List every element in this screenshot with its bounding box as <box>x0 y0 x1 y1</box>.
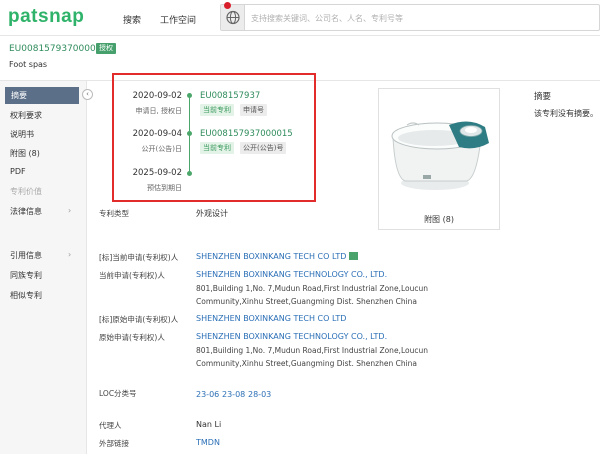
patent-type-value: 外观设计 <box>196 209 228 218</box>
loc-link-3[interactable]: 28-03 <box>248 390 271 399</box>
figure-card[interactable]: 附图 (8) <box>378 88 500 230</box>
original-applicant-address-line1: 801,Building 1,No. 7,Mudun Road,First In… <box>196 346 428 355</box>
abstract-title: 摘要 <box>534 92 552 102</box>
sidebar-item-family[interactable]: 同族专利 <box>10 270 42 281</box>
sidebar-item-figures[interactable]: 附图 (8) <box>10 148 40 159</box>
sidebar-item-similar[interactable]: 相似专利 <box>10 290 42 301</box>
sidebar-item-claims[interactable]: 权利要求 <box>10 110 42 121</box>
highlight-frame <box>112 73 316 202</box>
std-current-applicant-link[interactable]: SHENZHEN BOXINKANG TECH CO LTD <box>196 252 359 261</box>
current-applicant-label: 当前申请(专利权)人 <box>99 271 165 280</box>
loc-link-2[interactable]: 23-08 <box>222 390 245 399</box>
sidebar: 摘要 权利要求 说明书 附图 (8) PDF 专利价值 法律信息 › 引用信息 … <box>0 81 87 454</box>
current-applicant-address-line2: Community,Xinhu Street,Guangming Dist. S… <box>196 297 418 306</box>
loc-label: LOC分类号 <box>99 389 137 398</box>
nav-workspace[interactable]: 工作空间 <box>160 13 196 26</box>
original-applicant-address-line2: Community,Xinhu Street,Guangming Dist. S… <box>196 359 418 368</box>
patsnap-logo[interactable]: patsnap <box>8 6 84 28</box>
figure-caption: 附图 (8) <box>424 215 454 224</box>
company-badge-icon <box>349 252 359 260</box>
std-original-applicant-label: [标]原始申请(专利权)人 <box>99 315 179 324</box>
search-placeholder[interactable]: 支持搜索关键词、公司名、人名、专利号等 <box>251 13 403 24</box>
agent-value: Nan Li <box>196 420 222 429</box>
std-current-applicant-label: [标]当前申请(专利权)人 <box>99 253 179 262</box>
sidebar-item-abstract[interactable]: 摘要 <box>5 87 79 104</box>
original-applicant-label: 原始申请(专利权)人 <box>99 333 165 342</box>
sidebar-item-legal-info[interactable]: 法律信息 <box>10 206 42 217</box>
chevron-right-icon: › <box>68 206 72 215</box>
std-current-applicant-value[interactable]: SHENZHEN BOXINKANG TECH CO LTD <box>196 252 346 261</box>
language-button[interactable] <box>221 2 245 30</box>
abstract-text: 该专利没有摘要。 <box>534 109 598 118</box>
status-badge: 授权 <box>96 43 116 54</box>
agent-label: 代理人 <box>99 421 122 430</box>
sidebar-item-description[interactable]: 说明书 <box>10 129 34 140</box>
sidebar-item-pdf[interactable]: PDF <box>10 167 26 176</box>
globe-icon <box>226 10 240 25</box>
std-original-applicant-link[interactable]: SHENZHEN BOXINKANG TECH CO LTD <box>196 314 346 323</box>
top-bar: patsnap 搜索 工作空间 支持搜索关键词、公司名、人名、专利号等 <box>0 0 600 36</box>
nav-search[interactable]: 搜索 <box>123 13 141 26</box>
notification-dot <box>224 2 231 9</box>
search-box[interactable]: 支持搜索关键词、公司名、人名、专利号等 <box>220 2 600 31</box>
patent-id: EU008157937000015 <box>9 44 108 54</box>
sidebar-item-patent-value[interactable]: 专利价值 <box>10 186 42 197</box>
original-applicant-link[interactable]: SHENZHEN BOXINKANG TECHNOLOGY CO., LTD. <box>196 332 387 341</box>
chevron-left-icon: ‹ <box>86 90 89 98</box>
chevron-right-icon: › <box>68 250 72 259</box>
patent-type-label: 专利类型 <box>99 209 129 218</box>
foot-spa-image <box>391 121 489 190</box>
patent-title: Foot spas <box>9 60 48 69</box>
current-applicant-link[interactable]: SHENZHEN BOXINKANG TECHNOLOGY CO., LTD. <box>196 270 387 279</box>
current-applicant-address-line1: 801,Building 1,No. 7,Mudun Road,First In… <box>196 284 428 293</box>
sidebar-item-citations[interactable]: 引用信息 <box>10 250 42 261</box>
collapse-sidebar-button[interactable]: ‹ <box>82 89 93 100</box>
external-link-label: 外部链接 <box>99 439 129 448</box>
external-link-tmdn[interactable]: TMDN <box>196 438 220 447</box>
loc-link-1[interactable]: 23-06 <box>196 390 219 399</box>
